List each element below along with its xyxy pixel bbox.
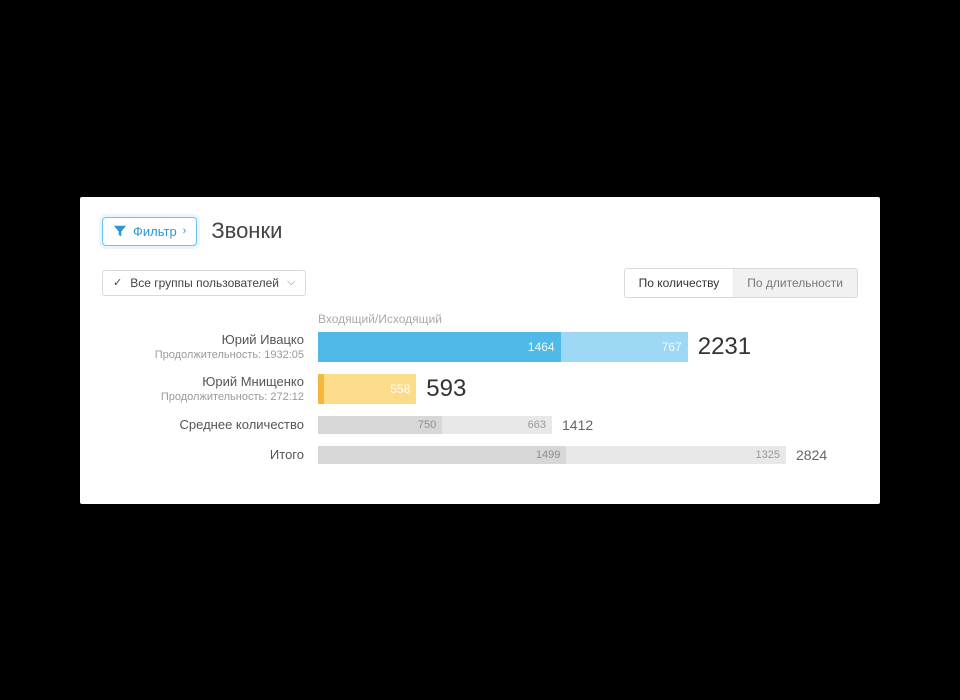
check-icon: ✓ — [113, 276, 122, 289]
bar-segment: 1499 — [318, 446, 566, 464]
stacked-bar: 14991325 — [318, 446, 786, 464]
bar-segment: 663 — [442, 416, 552, 434]
bar-segment: 1325 — [566, 446, 786, 464]
row-subtitle: Продолжительность: 272:12 — [102, 391, 304, 403]
row-name: Итого — [102, 447, 304, 462]
chevron-down-icon: ⌵ — [287, 276, 295, 289]
bar-wrap: 14991325 2824 — [318, 446, 858, 464]
chart-row: Итого 14991325 2824 — [102, 446, 858, 464]
chart-rows: Юрий Ивацко Продолжительность: 1932:05 146… — [102, 332, 858, 464]
tab-by-duration[interactable]: По длительности — [733, 269, 857, 297]
bar-wrap: 750663 1412 — [318, 416, 858, 434]
view-tabs: По количеству По длительности — [624, 268, 858, 298]
row-total: 1412 — [562, 417, 593, 433]
chart-row: Юрий Ивацко Продолжительность: 1932:05 146… — [102, 332, 858, 362]
bar-segment: 1464 — [318, 332, 561, 362]
row-total: 2231 — [698, 333, 751, 361]
group-select[interactable]: ✓ Все группы пользователей ⌵ — [102, 270, 306, 296]
bar-segment: 750 — [318, 416, 442, 434]
chevron-right-icon: › — [183, 225, 187, 237]
page-title: Звонки — [211, 218, 282, 244]
axis-label: Входящий/Исходящий — [318, 312, 858, 326]
report-card: Фильтр › Звонки ✓ Все группы пользовател… — [80, 197, 880, 504]
stacked-bar: 35558 — [318, 374, 416, 404]
filter-button[interactable]: Фильтр › — [102, 217, 197, 246]
row-subtitle: Продолжительность: 1932:05 — [102, 349, 304, 361]
chart-row: Среднее количество 750663 1412 — [102, 416, 858, 434]
funnel-icon — [113, 224, 127, 238]
stacked-bar: 1464767 — [318, 332, 688, 362]
row-label: Среднее количество — [102, 417, 318, 432]
row-label: Юрий Мнищенко Продолжительность: 272:12 — [102, 374, 318, 403]
controls-row: ✓ Все группы пользователей ⌵ По количест… — [102, 268, 858, 298]
chart-area: Входящий/Исходящий Юрий Ивацко Продолжите… — [102, 312, 858, 464]
row-label: Юрий Ивацко Продолжительность: 1932:05 — [102, 332, 318, 361]
bar-segment: 767 — [561, 332, 688, 362]
stacked-bar: 750663 — [318, 416, 552, 434]
row-label: Итого — [102, 447, 318, 462]
row-name: Юрий Ивацко — [102, 332, 304, 347]
filter-label: Фильтр — [133, 224, 177, 239]
bar-wrap: 35558 593 — [318, 374, 858, 404]
chart-row: Юрий Мнищенко Продолжительность: 272:12 35… — [102, 374, 858, 404]
header-row: Фильтр › Звонки — [102, 217, 858, 246]
bar-wrap: 1464767 2231 — [318, 332, 858, 362]
row-total: 593 — [426, 375, 466, 403]
bar-segment: 558 — [324, 374, 416, 404]
tab-by-count[interactable]: По количеству — [625, 269, 734, 297]
group-select-label: Все группы пользователей — [130, 276, 279, 290]
row-total: 2824 — [796, 447, 827, 463]
row-name: Среднее количество — [102, 417, 304, 432]
row-name: Юрий Мнищенко — [102, 374, 304, 389]
